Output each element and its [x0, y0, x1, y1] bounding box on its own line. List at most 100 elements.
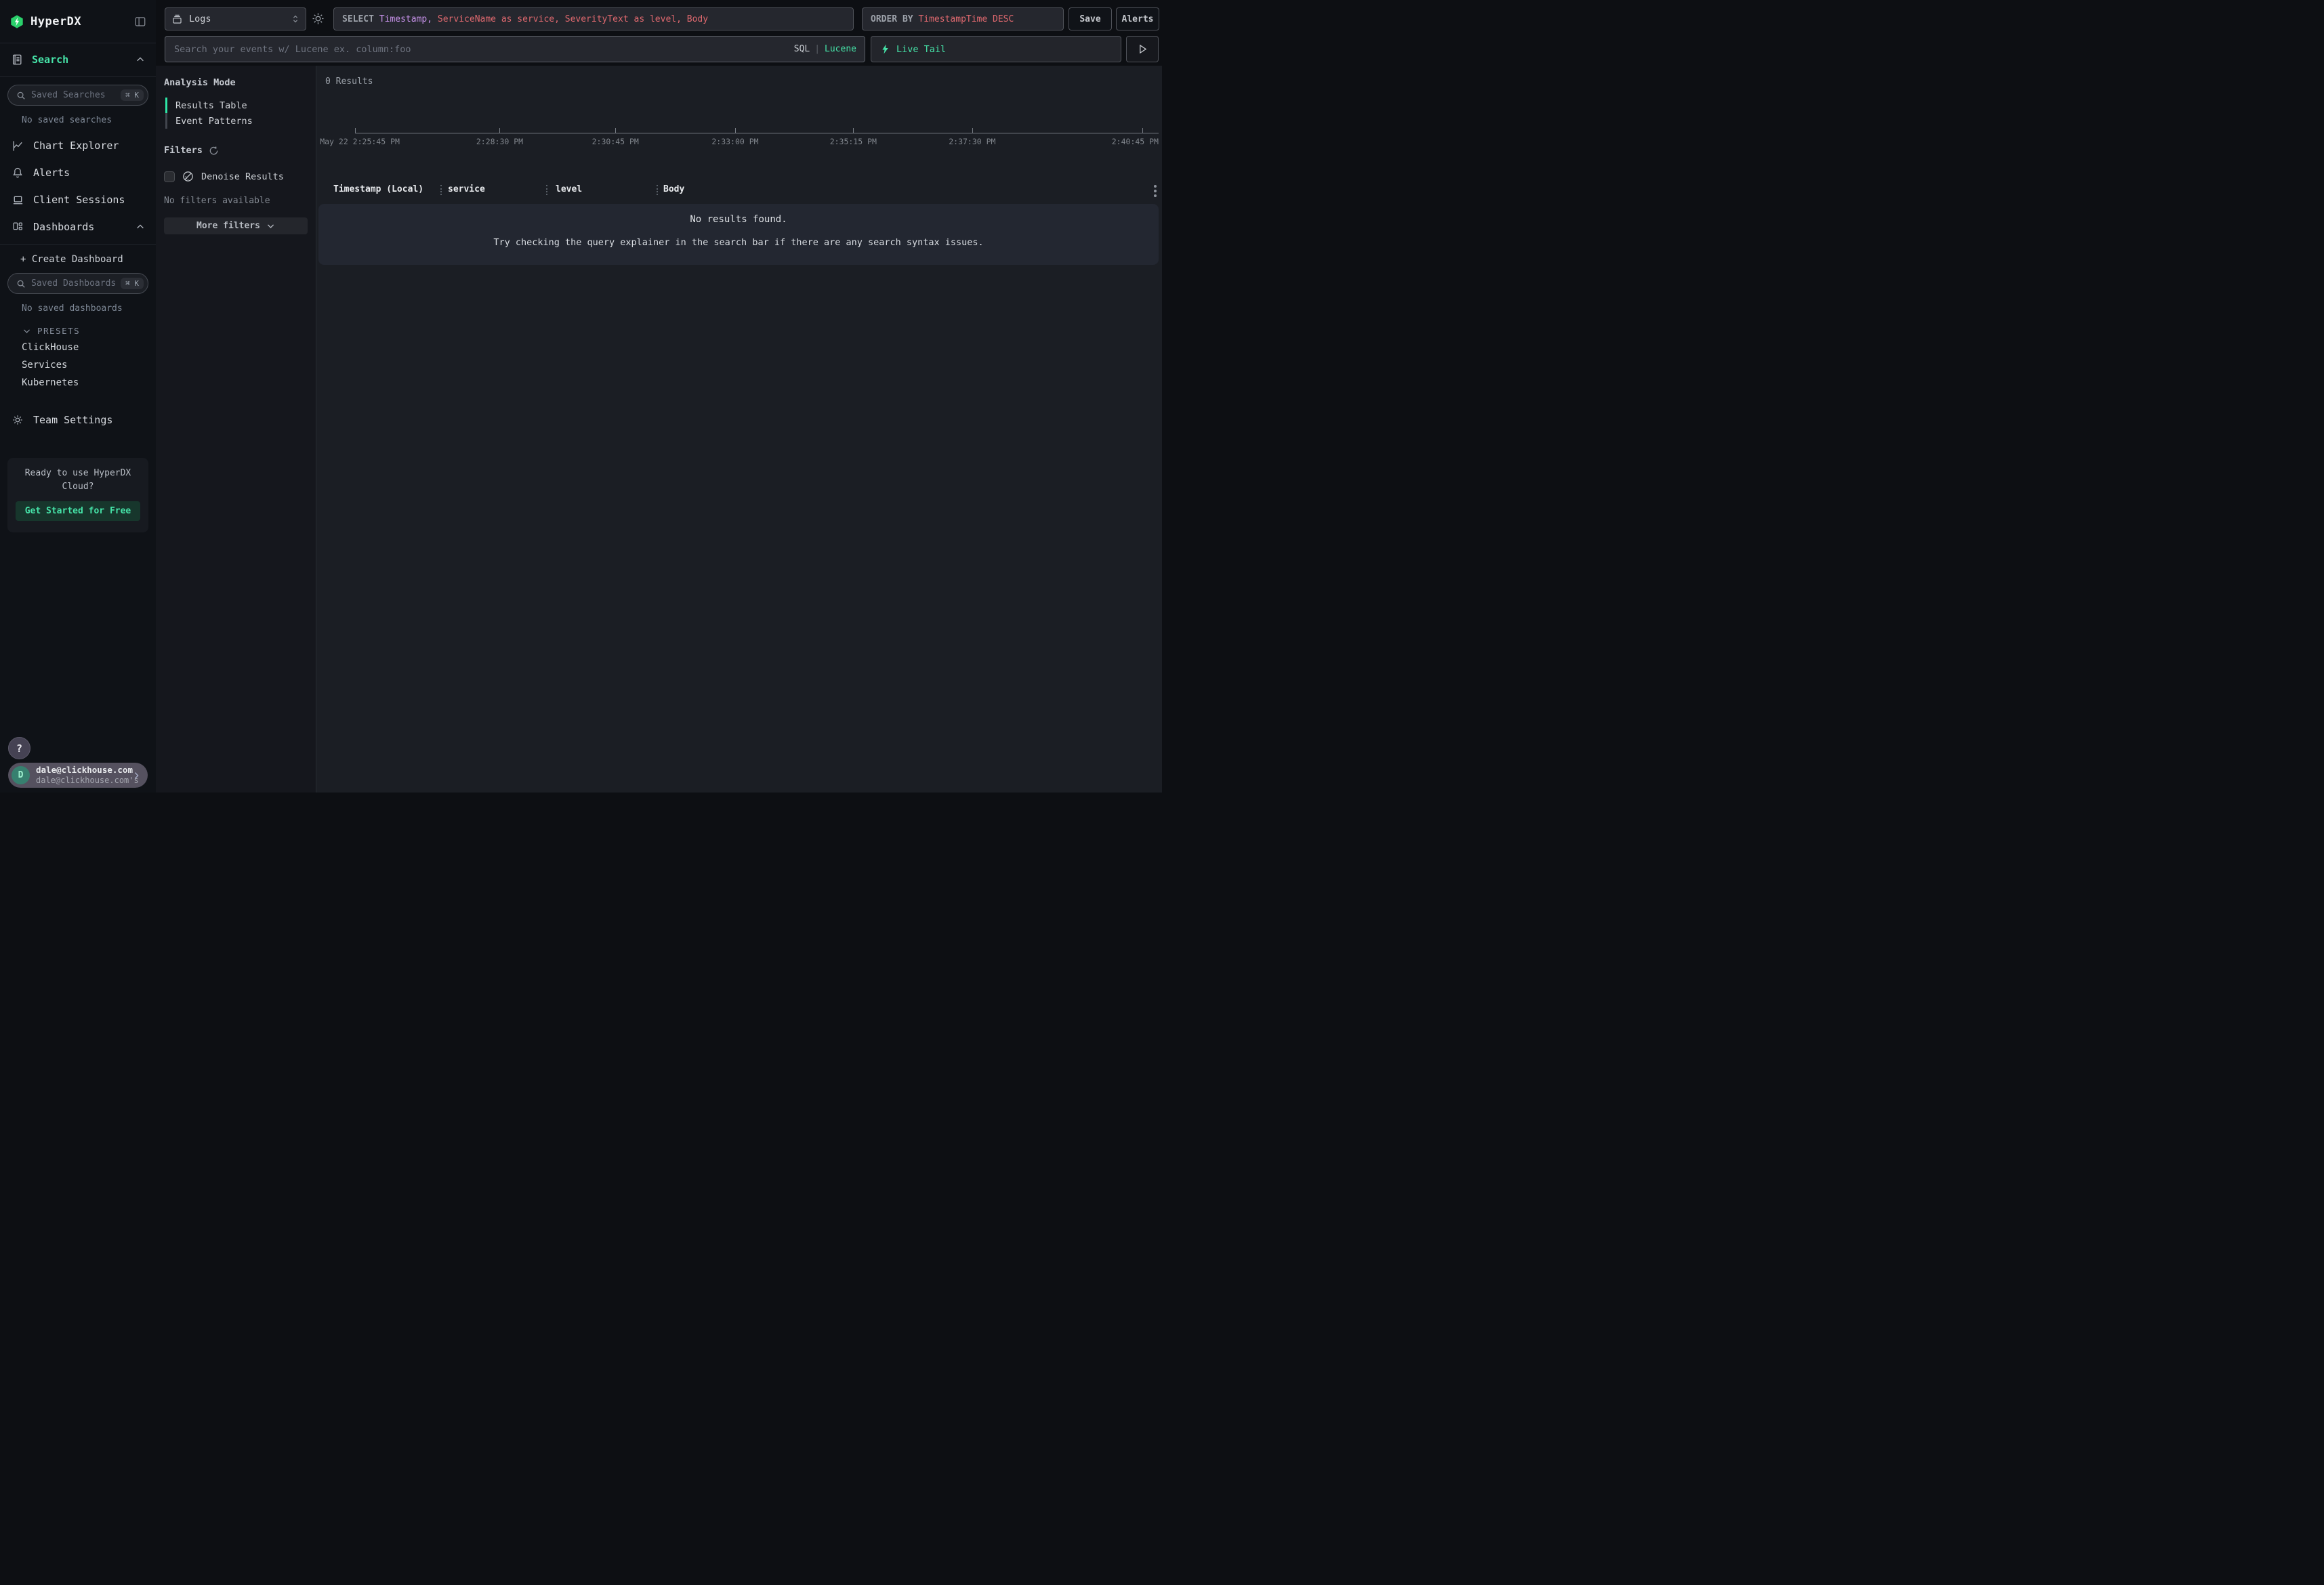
sidebar-item-label: Dashboards: [33, 221, 94, 233]
results-area: 0 Results May 22 2:25:45 PM 2:28:30 PM 2…: [316, 66, 1162, 792]
tab-event-patterns[interactable]: Event Patterns: [165, 113, 308, 129]
filters-panel: Analysis Mode Results Table Event Patter…: [156, 66, 316, 792]
time-axis-labels: May 22 2:25:45 PM 2:28:30 PM 2:30:45 PM …: [355, 137, 1159, 146]
live-tail-label: Live Tail: [896, 44, 946, 55]
filters-heading: Filters: [164, 145, 308, 156]
chevron-up-icon: [136, 222, 145, 232]
sql-mode-toggle[interactable]: SQL: [794, 44, 810, 54]
tab-results-table[interactable]: Results Table: [165, 98, 308, 113]
saved-searches-input[interactable]: [31, 90, 115, 100]
create-dashboard-button[interactable]: + Create Dashboard: [20, 254, 156, 265]
sidebar-item-label: Client Sessions: [33, 194, 125, 206]
right-column: Logs SELECT Timestamp, ServiceName as se…: [156, 0, 1162, 792]
sidebar-item-client-sessions[interactable]: Client Sessions: [0, 186, 156, 213]
column-separator[interactable]: [546, 185, 547, 195]
select-clause-input[interactable]: SELECT Timestamp, ServiceName as service…: [333, 7, 854, 30]
presets-toggle[interactable]: PRESETS: [22, 326, 156, 336]
user-email: dale@clickhouse.com: [36, 765, 125, 776]
avatar: D: [12, 766, 30, 784]
sidebar: HyperDX Search ⌘ K No saved searches: [0, 0, 156, 792]
saved-dashboards-input[interactable]: [31, 278, 115, 289]
play-icon: [1138, 44, 1147, 54]
axis-label: 2:33:00 PM: [711, 137, 758, 146]
topbar: Logs SELECT Timestamp, ServiceName as se…: [156, 0, 1162, 66]
table-options-kebab-icon[interactable]: [1154, 185, 1157, 197]
get-started-button[interactable]: Get Started for Free: [16, 501, 140, 521]
live-tail-button[interactable]: Live Tail: [871, 36, 1121, 62]
chart-icon: [11, 140, 24, 152]
denoise-checkbox[interactable]: [164, 171, 175, 182]
order-by-input[interactable]: ORDER BY TimestampTime DESC: [862, 7, 1064, 30]
saved-dashboards-search[interactable]: ⌘ K: [7, 273, 148, 294]
select-first-column: Timestamp,: [379, 14, 432, 24]
axis-tick: [735, 128, 736, 133]
axis-tick: [615, 128, 616, 133]
axis-label: 2:37:30 PM: [949, 137, 995, 146]
column-header-timestamp[interactable]: Timestamp (Local): [333, 184, 423, 194]
user-team: dale@clickhouse.com's: [36, 776, 125, 786]
axis-tick: [1142, 128, 1143, 133]
presets-label: PRESETS: [37, 326, 80, 336]
user-meta: dale@clickhouse.com dale@clickhouse.com'…: [36, 765, 125, 786]
chevron-up-icon: [136, 55, 145, 64]
sidebar-item-label: Chart Explorer: [33, 140, 119, 152]
select-keyword: SELECT: [342, 14, 374, 24]
search-icon: [16, 279, 26, 289]
sidebar-item-label: Search: [32, 54, 68, 66]
sidebar-item-label: Alerts: [33, 167, 70, 179]
sidebar-collapse-icon[interactable]: [134, 16, 146, 28]
hyperdx-logo-icon: [9, 14, 24, 29]
event-search: SQL | Lucene: [165, 36, 865, 62]
dashboard-grid-icon: [11, 221, 24, 233]
bell-icon: [11, 167, 24, 179]
more-filters-label: More filters: [196, 221, 260, 231]
sidebar-item-search[interactable]: Search: [0, 43, 156, 77]
axis-tick: [972, 128, 973, 133]
search-input[interactable]: [165, 36, 865, 62]
axis-tick: [355, 128, 356, 133]
empty-state-hint: Try checking the query explainer in the …: [493, 237, 983, 248]
denoise-results-option[interactable]: Denoise Results: [164, 171, 308, 182]
analysis-mode-heading: Analysis Mode: [164, 77, 308, 88]
column-header-body[interactable]: Body: [663, 184, 684, 194]
column-separator[interactable]: [657, 185, 658, 195]
column-header-service[interactable]: service: [448, 184, 485, 194]
sidebar-nav: Chart Explorer Alerts Client Sessions Da…: [0, 132, 156, 245]
source-select[interactable]: Logs: [165, 7, 306, 30]
results-count: 0 Results: [325, 77, 373, 87]
sidebar-item-alerts[interactable]: Alerts: [0, 159, 156, 186]
more-filters-button[interactable]: More filters: [164, 217, 308, 234]
sidebar-item-team-settings[interactable]: Team Settings: [0, 406, 156, 434]
chevron-down-icon: [22, 326, 31, 335]
column-header-level[interactable]: level: [556, 184, 582, 194]
alerts-button[interactable]: Alerts: [1116, 7, 1159, 30]
filters-label: Filters: [164, 145, 203, 156]
sidebar-item-label: Team Settings: [33, 414, 112, 426]
search-language-toggle: SQL | Lucene: [794, 36, 856, 62]
source-settings-gear-icon[interactable]: [311, 12, 325, 26]
axis-label: 2:35:15 PM: [830, 137, 877, 146]
lucene-mode-toggle[interactable]: Lucene: [825, 44, 856, 54]
user-menu[interactable]: D dale@clickhouse.com dale@clickhouse.co…: [8, 763, 148, 788]
axis-label: May 22 2:25:45 PM: [320, 137, 400, 146]
refresh-icon[interactable]: [209, 146, 219, 156]
results-table-header: Timestamp (Local) service level Body: [316, 184, 1162, 197]
source-select-value: Logs: [189, 14, 211, 24]
no-saved-dashboards-text: No saved dashboards: [22, 303, 156, 314]
help-button[interactable]: ?: [8, 737, 30, 759]
run-query-button[interactable]: [1126, 36, 1159, 62]
preset-clickhouse[interactable]: ClickHouse: [22, 342, 156, 354]
sidebar-item-dashboards[interactable]: Dashboards: [0, 213, 156, 240]
laptop-icon: [11, 194, 24, 207]
axis-tick: [853, 128, 854, 133]
save-button[interactable]: Save: [1068, 7, 1112, 30]
sidebar-item-chart-explorer[interactable]: Chart Explorer: [0, 132, 156, 159]
preset-kubernetes[interactable]: Kubernetes: [22, 377, 156, 389]
column-separator[interactable]: [440, 185, 442, 195]
preset-services[interactable]: Services: [22, 360, 156, 371]
axis-label: 2:28:30 PM: [476, 137, 523, 146]
select-chevrons-icon: [291, 14, 299, 24]
cloud-promo-card: Ready to use HyperDX Cloud? Get Started …: [7, 458, 148, 532]
no-saved-searches-text: No saved searches: [22, 115, 156, 125]
saved-searches-search[interactable]: ⌘ K: [7, 85, 148, 106]
